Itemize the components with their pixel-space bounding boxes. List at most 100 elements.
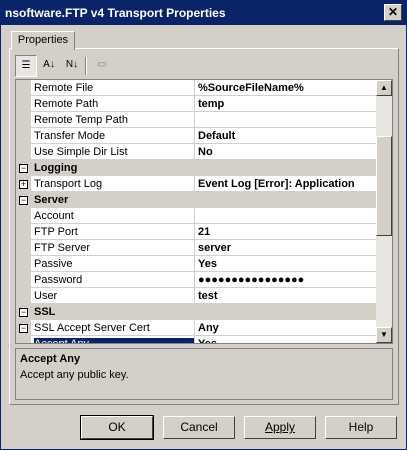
property-value[interactable]: Default xyxy=(198,130,376,142)
category-row[interactable]: − SSL xyxy=(16,304,377,320)
property-value[interactable]: Event Log [Error]: Application xyxy=(198,178,376,190)
property-value[interactable]: 21 xyxy=(198,226,376,238)
property-value[interactable]: ●●●●●●●●●●●●●●●● xyxy=(198,274,376,286)
cancel-button[interactable]: Cancel xyxy=(163,416,235,439)
property-pages-button[interactable]: ▭ xyxy=(91,55,113,77)
scroll-down-icon: ▼ xyxy=(380,330,388,339)
column-splitter[interactable] xyxy=(194,208,195,224)
property-value[interactable]: Yes xyxy=(198,258,376,270)
property-row[interactable]: FTP Server server xyxy=(16,240,377,256)
vertical-scrollbar[interactable]: ▲ ▼ xyxy=(376,80,392,343)
property-name: Remote Temp Path xyxy=(34,114,128,126)
property-value[interactable]: temp xyxy=(198,98,376,110)
property-row[interactable]: Accept Any Yes xyxy=(16,336,377,343)
scroll-up-icon: ▲ xyxy=(380,83,388,92)
sort-alpha-icon: A↓ xyxy=(43,59,55,70)
category-label: SSL xyxy=(34,306,56,318)
property-row[interactable]: Remote Temp Path xyxy=(16,112,377,128)
category-label: Logging xyxy=(34,162,78,174)
property-value[interactable]: %SourceFileName% xyxy=(198,82,376,94)
column-splitter[interactable] xyxy=(194,240,195,256)
row-margin xyxy=(16,336,31,343)
column-splitter[interactable] xyxy=(194,224,195,240)
property-row[interactable]: − SSL Accept Server Cert Any xyxy=(16,320,377,336)
property-name: Passive xyxy=(34,258,73,270)
property-name: Remote Path xyxy=(34,98,99,110)
row-margin xyxy=(16,128,31,144)
column-splitter[interactable] xyxy=(194,144,195,160)
collapse-icon[interactable]: − xyxy=(19,196,28,205)
property-row[interactable]: Transfer Mode Default xyxy=(16,128,377,144)
row-margin xyxy=(16,288,31,304)
row-margin xyxy=(16,96,31,112)
description-panel: Accept Any Accept any public key. xyxy=(15,348,393,400)
property-grid[interactable]: Remote File %SourceFileName% Remote Path te… xyxy=(15,79,393,344)
scroll-thumb[interactable] xyxy=(376,136,392,236)
property-value[interactable]: No xyxy=(198,146,376,158)
property-pages-icon: ▭ xyxy=(97,59,107,70)
categorized-icon: ☰ xyxy=(21,60,31,71)
property-name: Transport Log xyxy=(34,178,103,190)
property-value[interactable]: test xyxy=(198,290,376,302)
column-splitter[interactable] xyxy=(194,80,195,96)
property-name: SSL Accept Server Cert xyxy=(34,322,150,334)
property-row[interactable]: Use Simple Dir List No xyxy=(16,144,377,160)
alphabetical-view-button[interactable]: A↓ xyxy=(38,55,60,77)
sort-button[interactable]: N↓ xyxy=(61,55,83,77)
property-name: Accept Any xyxy=(34,338,194,343)
close-button[interactable]: ✕ xyxy=(384,4,402,21)
categorized-view-button[interactable]: ☰ xyxy=(15,55,37,77)
tab-properties[interactable]: Properties xyxy=(11,31,75,50)
column-splitter[interactable] xyxy=(194,96,195,112)
row-margin xyxy=(16,80,31,96)
property-grid-toolbar: ☰ A↓ N↓ ▭ xyxy=(15,54,115,78)
row-margin xyxy=(16,144,31,160)
property-name: Transfer Mode xyxy=(34,130,106,142)
property-name: FTP Port xyxy=(34,226,78,238)
ok-button[interactable]: OK xyxy=(80,415,154,440)
column-splitter[interactable] xyxy=(194,320,195,336)
property-row[interactable]: Account xyxy=(16,208,377,224)
property-row[interactable]: Passive Yes xyxy=(16,256,377,272)
category-row[interactable]: − Logging xyxy=(16,160,377,176)
property-row[interactable]: Remote File %SourceFileName% xyxy=(16,80,377,96)
column-splitter[interactable] xyxy=(194,336,195,343)
collapse-icon[interactable]: − xyxy=(19,308,28,317)
column-splitter[interactable] xyxy=(194,288,195,304)
category-row[interactable]: − Server xyxy=(16,192,377,208)
column-splitter[interactable] xyxy=(194,256,195,272)
column-splitter[interactable] xyxy=(194,176,195,192)
description-title: Accept Any xyxy=(20,353,81,365)
toolbar-separator xyxy=(85,57,87,75)
row-margin xyxy=(16,240,31,256)
close-icon: ✕ xyxy=(387,5,399,19)
property-value[interactable]: Yes xyxy=(198,338,376,343)
expand-icon[interactable]: + xyxy=(19,180,28,189)
help-button[interactable]: Help xyxy=(325,416,397,439)
scroll-up-button[interactable]: ▲ xyxy=(376,80,392,96)
collapse-icon[interactable]: − xyxy=(19,324,28,333)
collapse-icon[interactable]: − xyxy=(19,164,28,173)
column-splitter[interactable] xyxy=(194,272,195,288)
property-value[interactable]: server xyxy=(198,242,376,254)
apply-button[interactable]: Apply xyxy=(244,416,316,439)
sort-numeric-icon: N↓ xyxy=(65,59,79,70)
property-name: Remote File xyxy=(34,82,94,94)
title-bar[interactable]: nsoftware.FTP v4 Transport Properties ✕ xyxy=(1,1,406,25)
property-row[interactable]: Remote Path temp xyxy=(16,96,377,112)
row-margin xyxy=(16,112,31,128)
property-row[interactable]: Password ●●●●●●●●●●●●●●●● xyxy=(16,272,377,288)
property-row[interactable]: User test xyxy=(16,288,377,304)
scroll-down-button[interactable]: ▼ xyxy=(376,327,392,343)
tab-label: Properties xyxy=(17,34,69,46)
column-splitter[interactable] xyxy=(194,128,195,144)
property-row[interactable]: + Transport Log Event Log [Error]: Applica… xyxy=(16,176,377,192)
window-title: nsoftware.FTP v4 Transport Properties xyxy=(5,6,226,20)
row-margin xyxy=(16,224,31,240)
property-row[interactable]: FTP Port 21 xyxy=(16,224,377,240)
description-text: Accept any public key. xyxy=(20,369,129,381)
row-margin xyxy=(16,208,31,224)
column-splitter[interactable] xyxy=(194,112,195,128)
property-value[interactable]: Any xyxy=(198,322,376,334)
property-name: User xyxy=(34,290,58,302)
